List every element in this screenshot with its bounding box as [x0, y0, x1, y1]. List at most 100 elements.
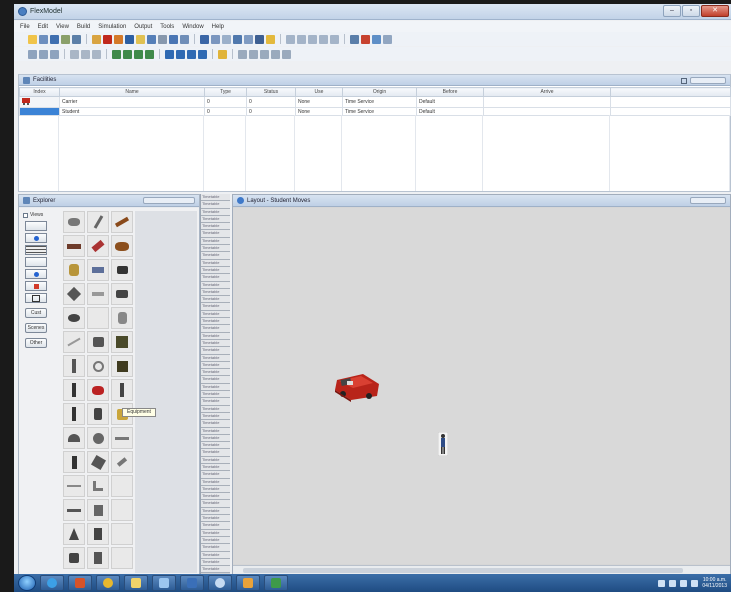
timetable-cell[interactable]: Timetable [201, 427, 230, 435]
rotate-icon[interactable] [330, 34, 339, 44]
step-icon[interactable] [114, 34, 123, 44]
taskbar-flex[interactable] [236, 575, 260, 591]
timetable-cell[interactable]: Timetable [201, 478, 230, 486]
red-machine-icon[interactable] [87, 379, 109, 401]
undo-icon[interactable] [147, 34, 156, 44]
column-header[interactable]: Before [416, 87, 484, 97]
z-shape-icon[interactable] [87, 523, 109, 545]
table-cell[interactable]: Time Service [342, 96, 417, 108]
menu-output[interactable]: Output [134, 24, 152, 30]
layout-canvas[interactable] [233, 208, 730, 564]
timetable-cell[interactable]: Timetable [201, 566, 230, 574]
redo-icon[interactable] [158, 34, 167, 44]
layout-icon[interactable] [200, 34, 209, 44]
rod-icon[interactable] [63, 331, 85, 353]
hook-icon[interactable] [111, 451, 133, 473]
rock-icon[interactable] [63, 307, 85, 329]
category-red-button[interactable] [25, 281, 47, 291]
panel-icon[interactable] [111, 331, 133, 353]
timetable-cell[interactable]: Timetable [201, 266, 230, 275]
timetable-cell[interactable]: Timetable [201, 544, 230, 552]
layer-3-icon[interactable] [134, 49, 143, 59]
tire-icon[interactable] [63, 211, 85, 233]
clock[interactable]: 10:00 a.m. 04/11/2013 [702, 577, 727, 589]
table-cell[interactable] [610, 96, 731, 108]
timetable-cell[interactable]: Timetable [201, 296, 230, 304]
figure-icon[interactable] [111, 379, 133, 401]
back-icon[interactable] [282, 49, 291, 59]
timetable-cell[interactable]: Timetable [201, 485, 230, 494]
table-cell[interactable] [483, 96, 611, 108]
table-icon[interactable] [211, 34, 220, 44]
drill-icon[interactable] [87, 451, 109, 473]
record-icon[interactable] [361, 34, 370, 44]
cone-icon[interactable] [63, 523, 85, 545]
timetable-cell[interactable]: Timetable [201, 325, 230, 333]
timetable-cell[interactable]: Timetable [201, 259, 230, 267]
scenes-button[interactable]: Scenes [25, 323, 47, 333]
category-dot-button[interactable] [25, 233, 47, 243]
explorer-options-button[interactable] [143, 197, 195, 204]
square-icon[interactable] [111, 355, 133, 377]
align-center-icon[interactable] [297, 34, 306, 44]
align-right-icon[interactable] [308, 34, 317, 44]
print-icon[interactable] [61, 34, 70, 44]
views-checkbox[interactable]: Views [21, 211, 55, 219]
cust-button[interactable]: Cust [25, 308, 47, 318]
timetable-cell[interactable]: Timetable [201, 529, 230, 537]
worker-icon[interactable] [63, 379, 85, 401]
menu-help[interactable]: Help [212, 24, 224, 30]
column-header[interactable]: Status [246, 87, 296, 97]
timetable-cell[interactable]: Timetable [201, 347, 230, 355]
standing-person-icon[interactable] [63, 403, 85, 425]
walking-person-icon[interactable] [87, 403, 109, 425]
menu-tools[interactable]: Tools [160, 24, 174, 30]
timetable-cell[interactable]: Timetable [201, 208, 230, 216]
facilities-close-button[interactable] [690, 77, 726, 84]
chart-icon[interactable] [266, 34, 275, 44]
table-cell[interactable]: Carrier [59, 96, 205, 108]
report-icon[interactable] [350, 34, 359, 44]
timetable-cell[interactable]: Timetable [201, 288, 230, 297]
timetable-cell[interactable]: Timetable [201, 507, 230, 516]
timetable-cell[interactable]: Timetable [201, 252, 230, 260]
timetable-cell[interactable]: Timetable [201, 493, 230, 501]
category-dot-button[interactable] [25, 269, 47, 279]
menu-build[interactable]: Build [77, 24, 90, 30]
timetable-cell[interactable]: Timetable [201, 223, 230, 231]
table-cell[interactable]: None [295, 96, 343, 108]
brush-icon[interactable] [92, 49, 101, 59]
menu-view[interactable]: View [56, 24, 69, 30]
table-cell[interactable]: 0 [246, 96, 296, 108]
timetable-cell[interactable]: Timetable [201, 405, 230, 413]
paste-icon[interactable] [136, 34, 145, 44]
taskbar-globe[interactable] [208, 575, 232, 591]
timetable-cell[interactable]: Timetable [201, 551, 230, 559]
timetable-cell[interactable]: Timetable [201, 391, 230, 399]
category-square-button[interactable] [25, 293, 47, 303]
distribute-icon[interactable] [319, 34, 328, 44]
table-cell[interactable]: 0 [204, 96, 247, 108]
red-car-model[interactable] [333, 370, 381, 402]
timetable-cell[interactable]: Timetable [201, 215, 230, 224]
copy-icon[interactable] [125, 34, 134, 44]
timetable-cell[interactable]: Timetable [201, 515, 230, 523]
new-icon[interactable] [28, 34, 37, 44]
cart-icon[interactable] [111, 259, 133, 281]
row-icon-cell[interactable] [19, 96, 60, 108]
close-button[interactable]: ✕ [701, 5, 729, 17]
scrollbar-thumb[interactable] [243, 568, 683, 573]
flag-icon[interactable] [680, 579, 688, 587]
pallet-icon[interactable] [63, 283, 85, 305]
view-3-icon[interactable] [187, 49, 196, 59]
forklift-icon[interactable] [87, 259, 109, 281]
open-icon[interactable] [39, 34, 48, 44]
taskbar-explorer[interactable] [124, 575, 148, 591]
truck-icon[interactable] [111, 283, 133, 305]
maximize-button[interactable]: ▫ [682, 5, 700, 17]
start-button[interactable] [18, 575, 36, 591]
view-2-icon[interactable] [176, 49, 185, 59]
bulb-icon[interactable] [218, 49, 227, 59]
table-row[interactable]: Carrier 0 0 None Time Service Default [19, 96, 731, 108]
blank-icon[interactable] [87, 307, 109, 329]
